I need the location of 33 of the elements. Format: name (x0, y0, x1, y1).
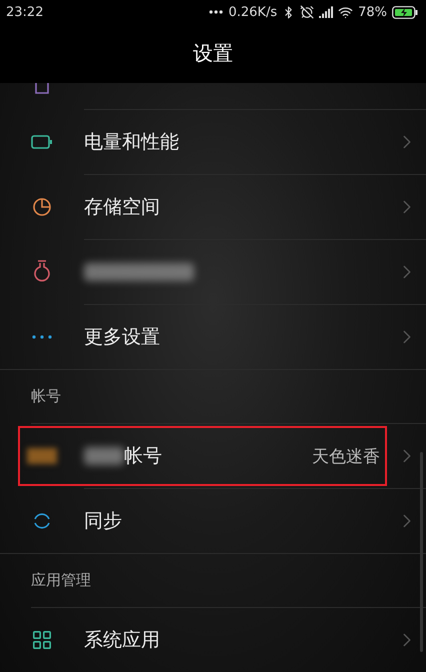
item-label: 帐号 (124, 444, 162, 470)
page-title: 设置 (193, 40, 233, 68)
pie-chart-icon (32, 197, 52, 218)
more-icon (32, 335, 52, 340)
account-name: 天色迷香 (312, 446, 380, 468)
apps-icon (33, 631, 51, 650)
flask-icon (32, 260, 52, 284)
settings-item[interactable]: 帐号 天色迷香 (0, 424, 426, 488)
section-header: 应用管理 (31, 571, 91, 590)
alarm-off-icon (300, 5, 314, 20)
settings-item[interactable]: 系统应用 (0, 608, 426, 672)
settings-item[interactable]: 更多设置 (0, 305, 426, 370)
battery-icon (31, 135, 53, 150)
item-label: 同步 (84, 509, 123, 534)
settings-item[interactable]: 同步 (0, 489, 426, 554)
network-speed: 0.26K/s (228, 4, 278, 20)
dots-icon (209, 10, 224, 14)
item-label: 更多设置 (84, 325, 161, 350)
battery-percent: 78% (358, 4, 387, 20)
section-header: 帐号 (31, 387, 61, 406)
item-label: 电量和性能 (84, 130, 180, 156)
clock: 23:22 (6, 4, 44, 20)
settings-item[interactable]: 电量和性能 (0, 110, 426, 174)
wifi-icon (338, 4, 354, 20)
avatar-icon (27, 448, 57, 464)
settings-item[interactable]: 存储空间 (0, 175, 426, 240)
signal-icon (319, 6, 334, 18)
phone-icon (35, 83, 49, 96)
item-label: 存储空间 (84, 195, 161, 220)
battery-charging-icon (392, 6, 418, 19)
sync-icon (32, 511, 52, 532)
blurred-label (84, 447, 124, 466)
item-label: 系统应用 (84, 628, 161, 654)
